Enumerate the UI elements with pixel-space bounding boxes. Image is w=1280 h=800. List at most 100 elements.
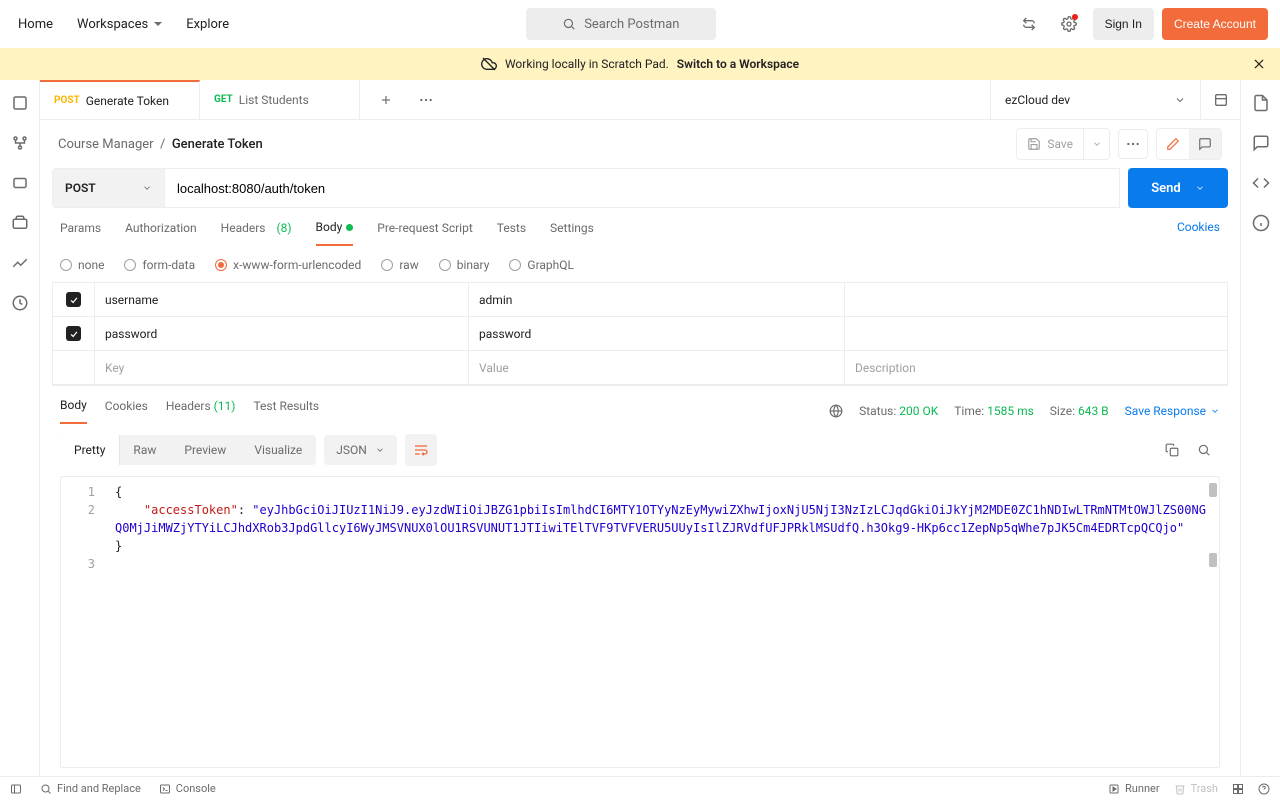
resp-tab-cookies[interactable]: Cookies (105, 399, 148, 423)
kv-value[interactable]: password (469, 317, 845, 350)
create-account-button[interactable]: Create Account (1162, 8, 1268, 40)
globe-icon[interactable] (829, 404, 843, 418)
resp-tab-body[interactable]: Body (60, 398, 87, 424)
format-selector[interactable]: JSON (324, 435, 397, 465)
table-row[interactable]: username admin (53, 283, 1227, 317)
view-pretty[interactable]: Pretty (60, 435, 119, 465)
documentation-icon[interactable] (1252, 94, 1270, 112)
find-replace-button[interactable]: Find and Replace (40, 782, 141, 795)
kv-key-placeholder[interactable]: Key (95, 351, 469, 384)
bodytype-binary[interactable]: binary (439, 258, 490, 272)
resp-tab-headers[interactable]: Headers (11) (166, 399, 236, 423)
kv-value-placeholder[interactable]: Value (469, 351, 845, 384)
send-label: Send (1151, 181, 1181, 196)
save-label: Save (1047, 137, 1073, 151)
sidebar-toggle[interactable] (10, 783, 22, 795)
comments-icon[interactable] (1252, 134, 1270, 152)
switch-workspace-link[interactable]: Switch to a Workspace (677, 57, 799, 71)
nav-home[interactable]: Home (18, 17, 53, 32)
method-selector[interactable]: POST (53, 169, 165, 207)
environment-name: ezCloud dev (1005, 93, 1070, 107)
view-visualize[interactable]: Visualize (240, 435, 316, 465)
breadcrumb-request: Generate Token (172, 137, 263, 152)
response-body-viewer[interactable]: 123 { "accessToken": "eyJhbGciOiJIUzI1Ni… (60, 476, 1220, 768)
table-row[interactable]: password password (53, 317, 1227, 351)
method-value: POST (65, 181, 96, 195)
chevron-down-icon (1195, 183, 1205, 193)
more-actions-button[interactable] (1118, 129, 1148, 159)
view-raw[interactable]: Raw (119, 435, 170, 465)
kv-desc[interactable] (845, 317, 1227, 350)
resp-tab-tests[interactable]: Test Results (253, 399, 319, 423)
tab-tests[interactable]: Tests (497, 220, 526, 246)
mock-icon[interactable] (11, 214, 29, 232)
scratchpad-banner: Working locally in Scratch Pad. Switch t… (0, 48, 1280, 80)
runner-button[interactable]: Runner (1108, 782, 1160, 795)
history-icon[interactable] (11, 294, 29, 312)
cloud-off-icon (481, 56, 497, 72)
bodytype-formdata[interactable]: form-data (124, 258, 195, 272)
tab-headers[interactable]: Headers (8) (221, 220, 292, 246)
nav-workspaces[interactable]: Workspaces (77, 17, 162, 32)
scrollbar[interactable] (1209, 483, 1217, 497)
scrollbar[interactable] (1209, 553, 1217, 567)
cookies-link[interactable]: Cookies (1177, 220, 1220, 246)
bodytype-raw[interactable]: raw (381, 258, 418, 272)
help-button[interactable] (1258, 783, 1270, 795)
wrap-lines-button[interactable] (405, 434, 437, 466)
kv-desc[interactable] (845, 283, 1227, 316)
nav-explore[interactable]: Explore (186, 17, 229, 32)
close-icon[interactable] (1252, 57, 1266, 71)
collections-icon[interactable] (11, 94, 29, 112)
sync-icon[interactable] (1013, 8, 1045, 40)
monitors-icon[interactable] (11, 254, 29, 272)
save-options[interactable] (1083, 129, 1109, 159)
tab-label: Generate Token (86, 94, 169, 108)
tab-generate-token[interactable]: POST Generate Token (40, 80, 200, 119)
signin-button[interactable]: Sign In (1093, 8, 1154, 40)
kv-desc-placeholder[interactable]: Description (845, 351, 1227, 384)
settings-icon[interactable] (1053, 8, 1085, 40)
new-tab-button[interactable] (370, 84, 402, 116)
bodytype-none[interactable]: none (60, 258, 104, 272)
time-label: Time: 1585 ms (954, 404, 1034, 418)
method-badge: POST (54, 95, 80, 106)
layout-button[interactable] (1232, 783, 1244, 795)
kv-key[interactable]: username (95, 283, 469, 316)
comment-mode-button[interactable] (1189, 129, 1221, 159)
console-button[interactable]: Console (159, 782, 216, 795)
search-input[interactable]: Search Postman (526, 8, 716, 40)
tab-list-students[interactable]: GET List Students (200, 80, 360, 119)
environments-icon[interactable] (11, 174, 29, 192)
tab-authorization[interactable]: Authorization (125, 220, 197, 246)
search-response-button[interactable] (1188, 434, 1220, 466)
copy-response-button[interactable] (1156, 434, 1188, 466)
kv-value[interactable]: admin (469, 283, 845, 316)
edit-mode-button[interactable] (1157, 129, 1189, 159)
checkbox[interactable] (66, 326, 81, 341)
bodytype-urlencoded[interactable]: x-www-form-urlencoded (215, 258, 361, 272)
tab-settings[interactable]: Settings (550, 220, 594, 246)
apis-icon[interactable] (11, 134, 29, 152)
code-icon[interactable] (1252, 174, 1270, 192)
environment-quicklook[interactable] (1200, 80, 1240, 119)
environment-selector[interactable]: ezCloud dev (990, 80, 1200, 119)
trash-button[interactable]: Trash (1174, 782, 1218, 795)
bodytype-graphql[interactable]: GraphQL (509, 258, 574, 272)
checkbox[interactable] (66, 292, 81, 307)
url-input[interactable] (165, 169, 1119, 207)
tab-options-button[interactable] (410, 84, 442, 116)
save-response-button[interactable]: Save Response (1125, 404, 1220, 418)
info-icon[interactable] (1252, 214, 1270, 232)
breadcrumb-collection[interactable]: Course Manager (58, 137, 154, 152)
pencil-icon (1166, 137, 1180, 151)
save-button[interactable]: Save (1016, 128, 1110, 160)
wrap-icon (413, 442, 429, 458)
table-row-empty[interactable]: Key Value Description (53, 351, 1227, 385)
kv-key[interactable]: password (95, 317, 469, 350)
tab-body[interactable]: Body (316, 220, 354, 246)
tab-params[interactable]: Params (60, 220, 101, 246)
view-preview[interactable]: Preview (170, 435, 240, 465)
send-button[interactable]: Send (1128, 168, 1228, 208)
tab-prerequest[interactable]: Pre-request Script (377, 220, 472, 246)
